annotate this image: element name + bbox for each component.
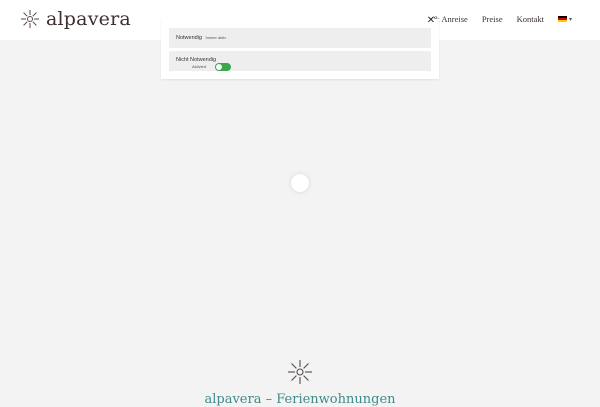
- category-title: Nicht Notwendig: [176, 57, 217, 63]
- logo-text: alpavera: [46, 8, 131, 30]
- language-switcher[interactable]: ▾: [557, 16, 572, 23]
- category-title: Notwendig Immer aktiv: [176, 35, 227, 41]
- nav-kontakt[interactable]: Kontakt: [517, 14, 544, 24]
- consent-category-necessary[interactable]: Notwendig Immer aktiv: [169, 28, 431, 48]
- sun-flower-icon: [288, 360, 312, 384]
- nav-preise[interactable]: Preise: [482, 14, 503, 24]
- toggle-knob: [216, 64, 222, 70]
- category-status: Immer aktiv: [205, 35, 227, 40]
- main-nav: & Anreise Preise Kontakt ▾: [433, 14, 572, 24]
- logo-link[interactable]: alpavera: [20, 6, 131, 32]
- loading-spinner: [291, 174, 309, 192]
- consent-category-optional[interactable]: Nicht Notwendig Aktiviert: [169, 51, 431, 71]
- optional-cookies-toggle[interactable]: [215, 63, 231, 71]
- category-status: Aktiviert: [192, 64, 207, 69]
- sun-flower-icon: [21, 10, 39, 28]
- close-icon[interactable]: ✕: [426, 16, 436, 26]
- cookie-consent-panel: ✕ Notwendig Immer aktiv Nicht Notwendig …: [161, 16, 439, 79]
- german-flag-icon: [557, 16, 567, 22]
- chevron-down-icon: ▾: [568, 16, 572, 23]
